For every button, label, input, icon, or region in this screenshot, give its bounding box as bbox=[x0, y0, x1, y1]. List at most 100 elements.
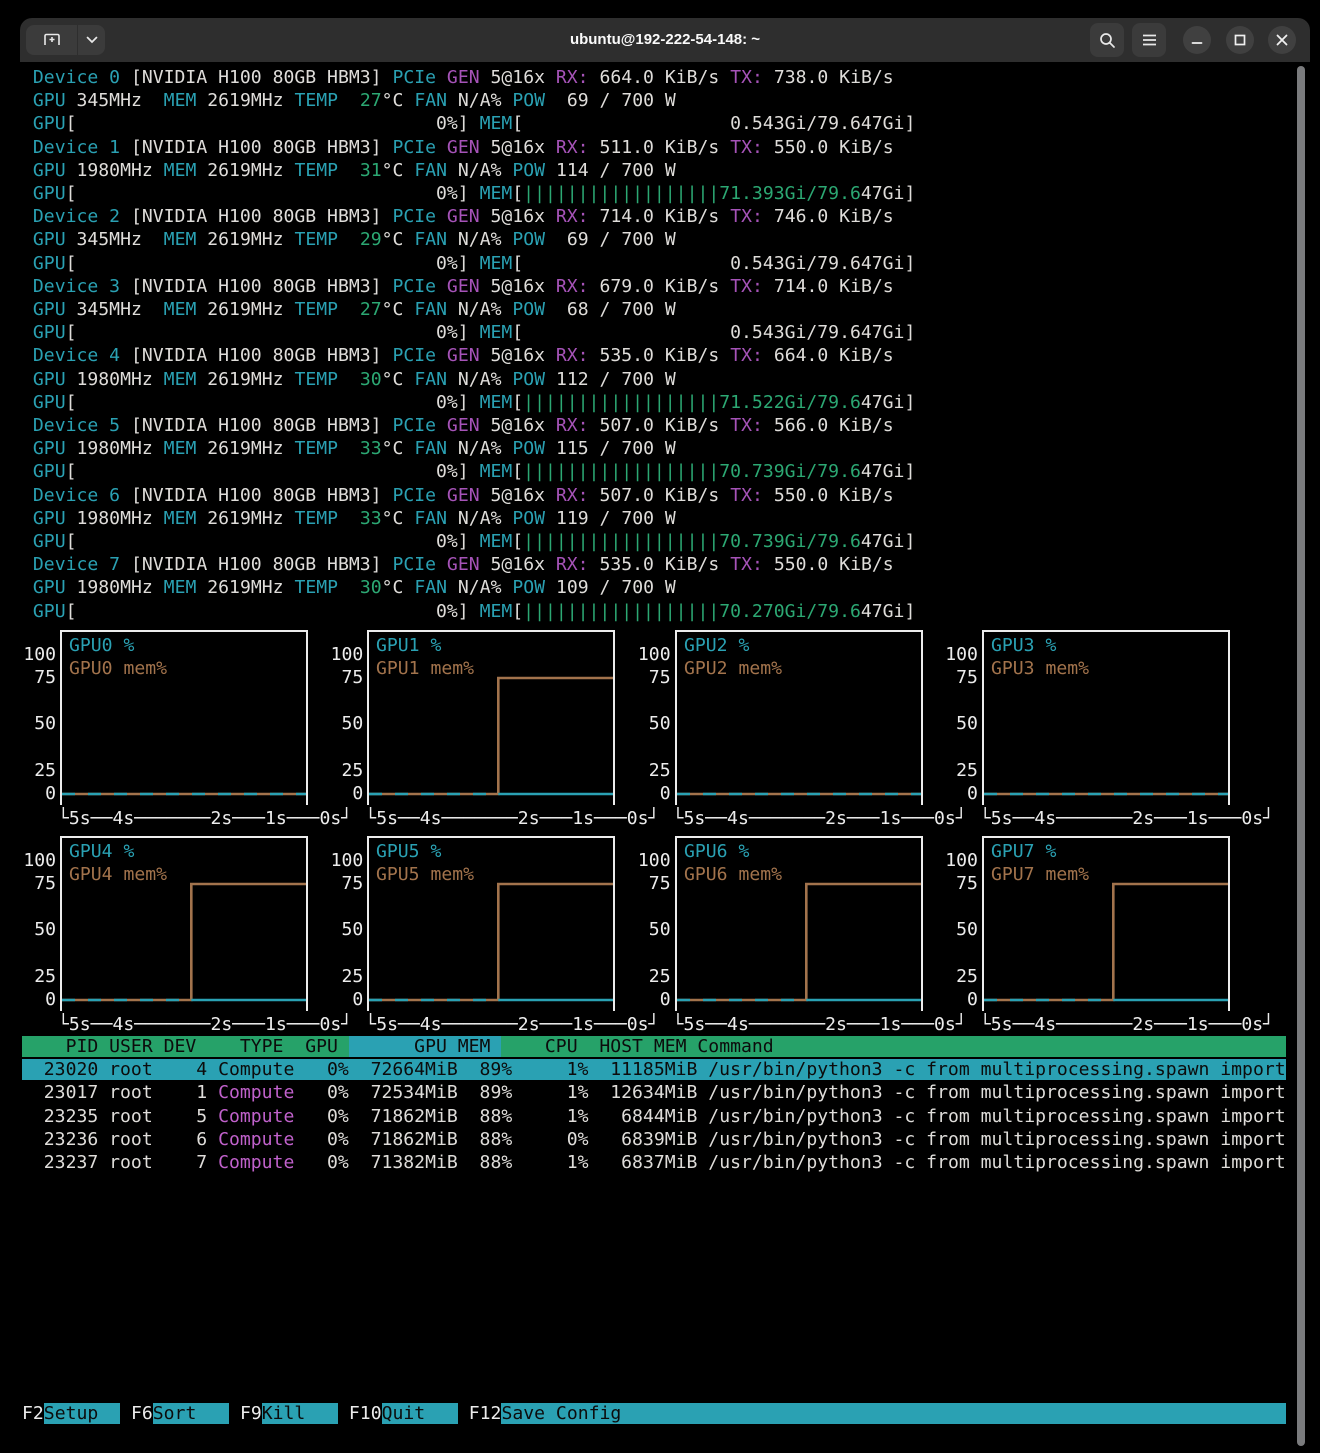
device-4-clock-line: GPU 1980MHz MEM 2619MHz TEMP 30°C FAN N/… bbox=[22, 368, 676, 391]
gpu2-plot-area: GPU2 % GPU2 mem% bbox=[675, 630, 923, 806]
x-axis-labels: └5s──4s───────2s───1s───0s┘ bbox=[58, 1013, 352, 1036]
y-tick-label: 0 bbox=[637, 988, 671, 1011]
gpu7-plot-area: GPU7 % GPU7 mem% bbox=[982, 836, 1230, 1012]
y-tick-label: 50 bbox=[944, 712, 978, 735]
y-tick-label: 75 bbox=[22, 666, 56, 689]
gpu6-plot-area: GPU6 % GPU6 mem% bbox=[675, 836, 923, 1012]
function-key-bar-line: F2Setup F6Sort F9Kill F10Quit F12Save Co… bbox=[22, 1402, 1286, 1425]
gpu5-plot-area: GPU5 % GPU5 mem% bbox=[367, 836, 615, 1012]
legend-gpu-label: GPU4 % bbox=[69, 841, 134, 862]
legend-mem-label: GPU2 mem% bbox=[684, 658, 782, 679]
close-icon bbox=[1276, 34, 1288, 46]
process-row-23237[interactable]: 23237 root 7 Compute 0% 71382MiB 88% 1% … bbox=[22, 1151, 1286, 1174]
gpu1-plot-area: GPU1 % GPU1 mem% bbox=[367, 630, 615, 806]
device-2-usage-bars: GPU[ 0%] MEM[ 0.543Gi/79.647Gi] bbox=[22, 252, 915, 275]
x-axis-labels: └5s──4s───────2s───1s───0s┘ bbox=[58, 807, 352, 830]
y-tick-label: 75 bbox=[637, 666, 671, 689]
y-tick-label: 100 bbox=[22, 643, 56, 666]
y-tick-label: 25 bbox=[944, 965, 978, 988]
y-tick-label: 50 bbox=[637, 918, 671, 941]
legend-gpu-label: GPU2 % bbox=[684, 635, 749, 656]
legend-gpu-label: GPU1 % bbox=[376, 635, 441, 656]
y-tick-label: 50 bbox=[637, 712, 671, 735]
y-tick-label: 25 bbox=[329, 965, 363, 988]
gpu0-plot-area: GPU0 % GPU0 mem% bbox=[60, 630, 308, 806]
legend-mem-label: GPU7 mem% bbox=[991, 864, 1089, 885]
device-5-info-line: Device 5 [NVIDIA H100 80GB HBM3] PCIe GE… bbox=[22, 414, 894, 437]
y-tick-label: 50 bbox=[329, 712, 363, 735]
process-row-23020[interactable]: 23020 root 4 Compute 0% 72664MiB 89% 1% … bbox=[22, 1058, 1286, 1081]
y-tick-label: 50 bbox=[944, 918, 978, 941]
legend-mem-label: GPU6 mem% bbox=[684, 864, 782, 885]
device-5-clock-line: GPU 1980MHz MEM 2619MHz TEMP 33°C FAN N/… bbox=[22, 437, 676, 460]
device-5-usage-bars: GPU[ 0%] MEM[||||||||||||||||||70.739Gi/… bbox=[22, 460, 915, 483]
process-row-23235[interactable]: 23235 root 5 Compute 0% 71862MiB 88% 1% … bbox=[22, 1105, 1286, 1128]
y-tick-label: 75 bbox=[329, 872, 363, 895]
x-axis-labels: └5s──4s───────2s───1s───0s┘ bbox=[673, 807, 967, 830]
y-tick-label: 50 bbox=[22, 712, 56, 735]
y-tick-label: 100 bbox=[944, 643, 978, 666]
terminal-scrollbar[interactable] bbox=[1297, 66, 1305, 1446]
terminal-content: Device 0 [NVIDIA H100 80GB HBM3] PCIe GE… bbox=[22, 66, 1308, 1453]
y-tick-label: 0 bbox=[944, 782, 978, 805]
y-tick-label: 75 bbox=[22, 872, 56, 895]
fkey-F9-label[interactable]: Kill bbox=[262, 1403, 338, 1424]
device-1-info-line: Device 1 [NVIDIA H100 80GB HBM3] PCIe GE… bbox=[22, 136, 894, 159]
process-table-header: PID USER DEV TYPE GPU GPU MEM CPU HOST M… bbox=[22, 1035, 1286, 1058]
y-tick-label: 75 bbox=[637, 872, 671, 895]
y-tick-label: 100 bbox=[329, 849, 363, 872]
gpu4-chart: 1007550250 GPU4 % GPU4 mem% └5s──4s─────… bbox=[22, 836, 322, 1037]
y-tick-label: 0 bbox=[22, 988, 56, 1011]
gpu3-plot-area: GPU3 % GPU3 mem% bbox=[982, 630, 1230, 806]
device-4-info-line: Device 4 [NVIDIA H100 80GB HBM3] PCIe GE… bbox=[22, 344, 894, 367]
gpu0-chart: 1007550250 GPU0 % GPU0 mem% └5s──4s─────… bbox=[22, 630, 322, 831]
device-2-clock-line: GPU 345MHz MEM 2619MHz TEMP 29°C FAN N/A… bbox=[22, 228, 676, 251]
device-3-usage-bars: GPU[ 0%] MEM[ 0.543Gi/79.647Gi] bbox=[22, 321, 915, 344]
gpu6-chart: 1007550250 GPU6 % GPU6 mem% └5s──4s─────… bbox=[637, 836, 937, 1037]
y-tick-label: 100 bbox=[944, 849, 978, 872]
device-7-info-line: Device 7 [NVIDIA H100 80GB HBM3] PCIe GE… bbox=[22, 553, 894, 576]
x-axis-labels: └5s──4s───────2s───1s───0s┘ bbox=[365, 807, 659, 830]
desktop: { "window": { "title": "ubuntu@192-222-5… bbox=[0, 0, 1320, 1453]
fkey-F12-label[interactable]: Save Config bbox=[501, 1403, 1285, 1424]
legend-gpu-label: GPU6 % bbox=[684, 841, 749, 862]
device-0-usage-bars: GPU[ 0%] MEM[ 0.543Gi/79.647Gi] bbox=[22, 112, 915, 135]
fkey-F2-label[interactable]: Setup bbox=[44, 1403, 120, 1424]
y-tick-label: 0 bbox=[329, 782, 363, 805]
close-button[interactable] bbox=[1268, 26, 1296, 54]
legend-mem-label: GPU1 mem% bbox=[376, 658, 474, 679]
maximize-icon bbox=[1234, 34, 1246, 46]
gpu2-chart: 1007550250 GPU2 % GPU2 mem% └5s──4s─────… bbox=[637, 630, 937, 831]
y-tick-label: 75 bbox=[944, 872, 978, 895]
device-4-usage-bars: GPU[ 0%] MEM[||||||||||||||||||71.522Gi/… bbox=[22, 391, 915, 414]
menu-button[interactable] bbox=[1132, 23, 1166, 57]
legend-mem-label: GPU0 mem% bbox=[69, 658, 167, 679]
legend-mem-label: GPU5 mem% bbox=[376, 864, 474, 885]
process-row-23017[interactable]: 23017 root 1 Compute 0% 72534MiB 89% 1% … bbox=[22, 1081, 1286, 1104]
gpu1-chart: 1007550250 GPU1 % GPU1 mem% └5s──4s─────… bbox=[329, 630, 629, 831]
maximize-button[interactable] bbox=[1226, 26, 1254, 54]
search-icon bbox=[1099, 32, 1116, 49]
fkey-F10-label[interactable]: Quit bbox=[382, 1403, 458, 1424]
legend-mem-label: GPU3 mem% bbox=[991, 658, 1089, 679]
y-tick-label: 0 bbox=[22, 782, 56, 805]
y-tick-label: 50 bbox=[329, 918, 363, 941]
device-0-clock-line: GPU 345MHz MEM 2619MHz TEMP 27°C FAN N/A… bbox=[22, 89, 676, 112]
y-tick-label: 0 bbox=[944, 988, 978, 1011]
y-tick-label: 0 bbox=[637, 782, 671, 805]
legend-gpu-label: GPU7 % bbox=[991, 841, 1056, 862]
search-button[interactable] bbox=[1090, 23, 1124, 57]
process-row-23236[interactable]: 23236 root 6 Compute 0% 71862MiB 88% 0% … bbox=[22, 1128, 1286, 1151]
y-tick-label: 25 bbox=[637, 965, 671, 988]
gpu5-chart: 1007550250 GPU5 % GPU5 mem% └5s──4s─────… bbox=[329, 836, 629, 1037]
y-tick-label: 25 bbox=[22, 965, 56, 988]
y-tick-label: 100 bbox=[637, 849, 671, 872]
fkey-F6-label[interactable]: Sort bbox=[153, 1403, 229, 1424]
legend-gpu-label: GPU5 % bbox=[376, 841, 441, 862]
titlebar[interactable]: ubuntu@192-222-54-148: ~ bbox=[20, 18, 1310, 62]
minimize-button[interactable] bbox=[1183, 26, 1211, 54]
terminal-window: ubuntu@192-222-54-148: ~ bbox=[20, 18, 1310, 1453]
legend-gpu-label: GPU0 % bbox=[69, 635, 134, 656]
y-tick-label: 100 bbox=[637, 643, 671, 666]
device-6-usage-bars: GPU[ 0%] MEM[||||||||||||||||||70.739Gi/… bbox=[22, 530, 915, 553]
